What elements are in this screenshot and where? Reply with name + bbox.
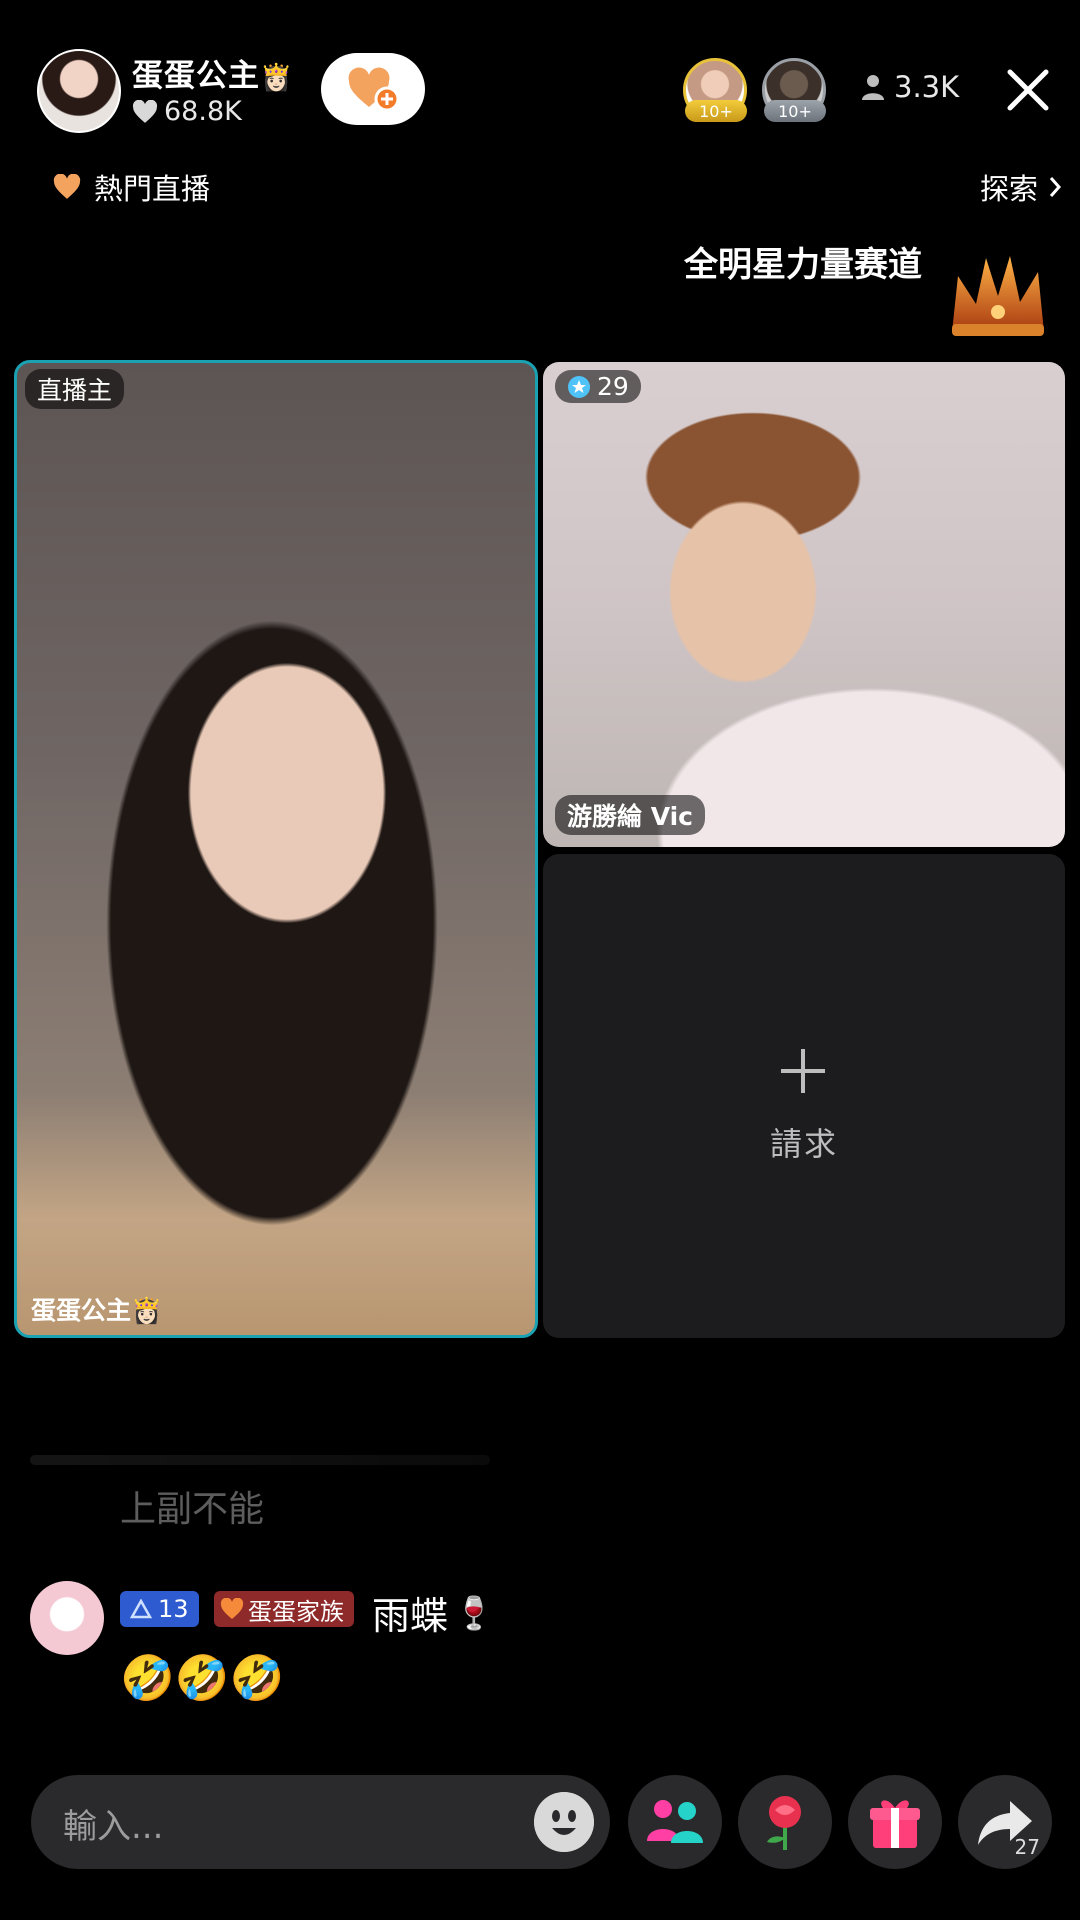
request-slot[interactable]: 請求 [543,854,1065,1338]
heart-icon [53,174,81,199]
rose-gift-button[interactable] [738,1775,832,1869]
multi-guest-icon [647,1800,703,1843]
faded-chat-line [30,1455,490,1465]
guest-score-badge: 29 [555,370,641,403]
guest-name: 游勝綸 Vic [555,795,706,835]
rose-icon [767,1796,801,1850]
crown-icon[interactable] [946,246,1050,342]
gift-icon [870,1800,920,1848]
viewer-count[interactable]: 3.3K [862,70,959,104]
host-likes: 68.8K [132,96,242,127]
host-name[interactable]: 蛋蛋公主👸🏻 [132,50,293,95]
host-video-tile[interactable]: 直播主 蛋蛋公主👸🏻 [14,360,538,1338]
hot-live-link[interactable]: 熱門直播 [52,166,210,208]
follow-button[interactable] [321,53,425,125]
request-label: 請求 [769,1125,838,1163]
comment-input[interactable]: 輸入... [31,1775,610,1869]
heart-icon [132,99,158,123]
viewer-rank-badge: 10+ [764,100,826,122]
host-avatar[interactable] [37,49,121,133]
comment-placeholder: 輸入... [63,1807,164,1847]
gift-button[interactable] [848,1775,942,1869]
host-tile-name: 蛋蛋公主👸🏻 [31,1296,163,1325]
user-level-badge: 13 [120,1591,199,1627]
share-count: 27 [1014,1835,1040,1859]
family-badge: 蛋蛋家族 [214,1591,354,1627]
event-title[interactable]: 全明星力量赛道 [684,244,934,286]
plus-icon [781,1049,825,1093]
faded-chat-message: 上副不能 [120,1489,265,1530]
viewer-rank-badge: 10+ [685,100,747,122]
chevron-right-icon [1049,177,1062,197]
multi-guest-button[interactable] [628,1775,722,1869]
host-emoji: 👸🏻 [260,63,294,93]
share-button[interactable]: 27 [958,1775,1052,1869]
person-icon [862,75,884,100]
chat-username[interactable]: 雨蝶 🍷 [372,1585,494,1640]
chat-message: 🤣🤣🤣 [120,1653,285,1704]
close-icon[interactable] [1000,62,1056,118]
emoji-icon[interactable] [534,1792,594,1852]
explore-link[interactable]: 探索 [980,166,1062,208]
star-badge-icon [568,375,590,398]
level-icon [130,1599,152,1619]
heart-icon [220,1598,244,1619]
guest-video-tile[interactable]: 29 游勝綸 Vic [543,362,1065,847]
chat-user-avatar[interactable] [30,1581,104,1655]
host-tag: 直播主 [25,369,125,409]
heart-plus-icon [348,67,400,112]
